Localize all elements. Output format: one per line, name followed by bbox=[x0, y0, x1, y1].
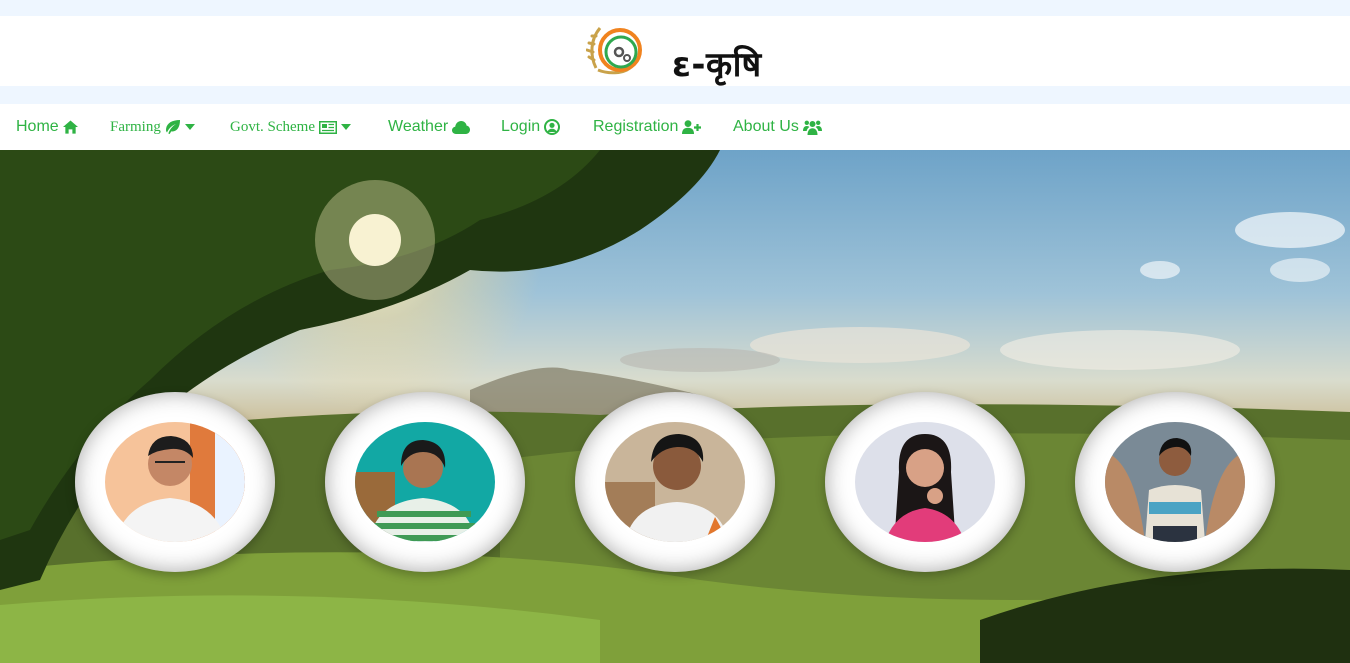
header-gap bbox=[0, 86, 1350, 104]
chevron-down-icon bbox=[184, 124, 195, 130]
team-member-5[interactable] bbox=[1075, 392, 1275, 572]
team-member-2-photo bbox=[355, 422, 495, 542]
team-member-3-photo bbox=[605, 422, 745, 542]
chevron-down-icon bbox=[340, 124, 351, 130]
team-member-1[interactable] bbox=[75, 392, 275, 572]
team-member-3[interactable] bbox=[575, 392, 775, 572]
nav-farming-dropdown[interactable]: Farming bbox=[110, 104, 195, 150]
brand-header: ε-कृषि bbox=[0, 16, 1350, 86]
nav-govt-scheme-dropdown[interactable]: Govt. Scheme bbox=[230, 104, 351, 150]
team-member-2[interactable] bbox=[325, 392, 525, 572]
nav-weather[interactable]: Weather bbox=[388, 104, 471, 150]
newspaper-icon bbox=[318, 120, 337, 134]
nav-login-label: Login bbox=[501, 118, 541, 135]
team-member-4[interactable] bbox=[825, 392, 1025, 572]
user-plus-icon bbox=[682, 120, 702, 134]
hero-banner bbox=[0, 150, 1350, 663]
team-member-4-photo bbox=[855, 422, 995, 542]
home-icon bbox=[62, 120, 78, 134]
team-member-5-photo bbox=[1105, 422, 1245, 542]
leaf-icon bbox=[165, 120, 180, 134]
nav-home-label: Home bbox=[16, 118, 59, 135]
nav-registration[interactable]: Registration bbox=[593, 104, 702, 150]
site-title: ε-कृषि bbox=[672, 45, 762, 85]
nav-login[interactable]: Login bbox=[501, 104, 561, 150]
leaf-gear-logo-icon bbox=[586, 27, 642, 75]
nav-weather-label: Weather bbox=[388, 118, 449, 135]
nav-about-us-label: About Us bbox=[733, 118, 799, 135]
nav-about-us[interactable]: About Us bbox=[733, 104, 822, 150]
nav-govt-scheme-label: Govt. Scheme bbox=[230, 118, 315, 135]
main-navbar: Home Farming Govt. Scheme Weather Login … bbox=[0, 104, 1350, 150]
nav-home[interactable]: Home bbox=[16, 104, 78, 150]
top-strip bbox=[0, 0, 1350, 16]
team-member-1-photo bbox=[105, 422, 245, 542]
nav-registration-label: Registration bbox=[593, 118, 679, 135]
users-icon bbox=[802, 120, 822, 135]
user-circle-icon bbox=[544, 119, 561, 135]
cloud-icon bbox=[452, 120, 471, 134]
nav-farming-label: Farming bbox=[110, 118, 161, 135]
